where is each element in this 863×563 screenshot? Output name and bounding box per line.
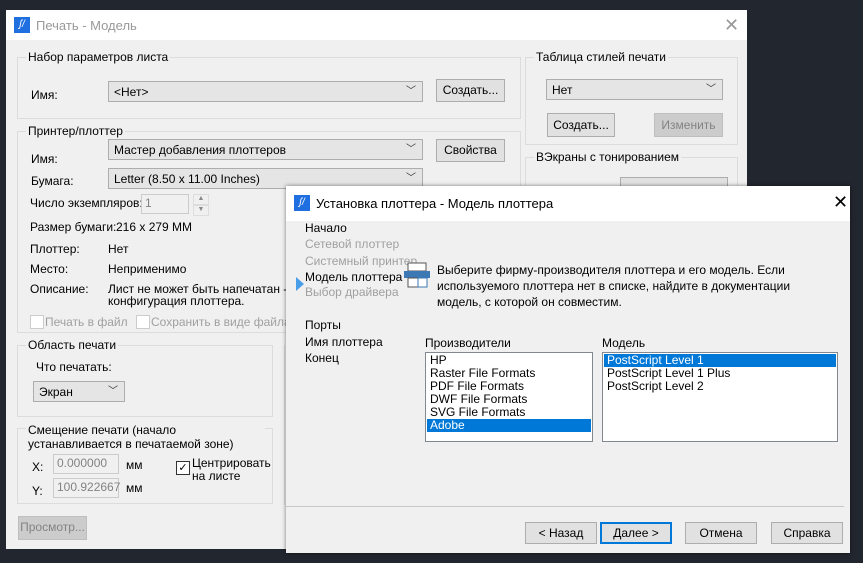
plotter-value: Нет bbox=[108, 242, 129, 256]
location-label: Место: bbox=[30, 262, 69, 276]
current-step-arrow-icon bbox=[296, 277, 304, 291]
printer-name-combo[interactable]: Мастер добавления плоттеров ﹀ bbox=[108, 139, 423, 160]
paper-size-label: Размер бумаги: bbox=[30, 220, 117, 234]
offset-y-input[interactable]: 100.922667 bbox=[53, 478, 120, 498]
location-value: Неприменимо bbox=[108, 262, 187, 276]
center-label-2: на листе bbox=[192, 469, 241, 483]
offset-y-unit: мм bbox=[126, 481, 143, 495]
group-label: ВЭкраны с тонированием bbox=[534, 150, 682, 164]
copies-input[interactable]: 1 bbox=[141, 194, 189, 214]
wizard-step: Выбор драйвера bbox=[305, 285, 399, 299]
preview-button[interactable]: Просмотр... bbox=[18, 516, 87, 540]
copies-label: Число экземпляров: bbox=[30, 196, 143, 210]
chevron-down-icon: ﹀ bbox=[706, 84, 716, 95]
plot-style-combo[interactable]: Нет ﹀ bbox=[546, 79, 723, 100]
divider bbox=[284, 345, 285, 505]
center-on-page-checkbox[interactable]: ✓ bbox=[176, 461, 190, 475]
help-button[interactable]: Справка bbox=[771, 522, 843, 544]
list-item[interactable]: Adobe bbox=[427, 419, 591, 432]
style-edit-button[interactable]: Изменить bbox=[654, 113, 723, 137]
spin-down-icon[interactable]: ▼ bbox=[193, 205, 209, 216]
center-label-1: Центрировать bbox=[192, 456, 271, 470]
save-as-file-label: Сохранить в виде файла че bbox=[151, 315, 307, 329]
page-setup-name-label: Имя: bbox=[31, 88, 58, 102]
properties-button[interactable]: Свойства bbox=[436, 139, 505, 162]
list-item[interactable]: PostScript Level 2 bbox=[604, 380, 836, 393]
back-button[interactable]: < Назад bbox=[525, 522, 597, 544]
print-to-file-checkbox[interactable] bbox=[30, 315, 44, 329]
model-label: Модель bbox=[602, 336, 646, 350]
manufacturers-list[interactable]: HP Raster File Formats PDF File Formats DWF… bbox=[425, 352, 593, 442]
chevron-down-icon: ﹀ bbox=[406, 144, 416, 155]
description-line2: конфигурация плоттера. bbox=[108, 294, 245, 308]
plotter-wizard-dialog: ʃ/ Установка плоттера - Модель плоттера … bbox=[286, 186, 850, 553]
autocad-app-icon: ʃ/ bbox=[294, 195, 310, 211]
wizard-step: Модель плоттера bbox=[305, 270, 403, 284]
what-to-plot-label: Что печатать: bbox=[36, 360, 112, 374]
wizard-title: Установка плоттера - Модель плоттера bbox=[316, 196, 554, 211]
style-create-button[interactable]: Создать... bbox=[547, 113, 615, 137]
offset-x-unit: мм bbox=[126, 458, 143, 472]
paper-size-value: 216 x 279 MM bbox=[116, 220, 193, 234]
group-label: Область печати bbox=[26, 338, 119, 352]
wizard-step: Сетевой плоттер bbox=[305, 237, 400, 251]
close-icon[interactable]: ✕ bbox=[724, 16, 739, 34]
separator bbox=[286, 506, 844, 507]
wizard-step: Системный принтер bbox=[305, 254, 418, 268]
dialog-title: Печать - Модель bbox=[36, 18, 137, 33]
autocad-app-icon: ʃ/ bbox=[14, 17, 30, 33]
chevron-down-icon: ﹀ bbox=[406, 86, 416, 97]
description-label: Описание: bbox=[30, 282, 89, 296]
save-as-file-checkbox[interactable] bbox=[136, 315, 150, 329]
printer-name-label: Имя: bbox=[31, 152, 58, 166]
models-list[interactable]: PostScript Level 1 PostScript Level 1 Plu… bbox=[602, 352, 838, 442]
wizard-step: Начало bbox=[305, 221, 347, 235]
wizard-step: Конец bbox=[305, 351, 339, 365]
page-setup-create-button[interactable]: Создать... bbox=[436, 79, 505, 102]
what-to-plot-combo[interactable]: Экран ﹀ bbox=[33, 381, 125, 402]
plotter-icon bbox=[404, 262, 430, 288]
offset-x-label: X: bbox=[32, 460, 44, 474]
wizard-instruction: Выберите фирму-производителя плоттера и … bbox=[437, 263, 791, 309]
plotter-label: Плоттер: bbox=[30, 242, 80, 256]
offset-y-label: Y: bbox=[32, 484, 43, 498]
chevron-down-icon: ﹀ bbox=[108, 386, 118, 397]
group-label: Принтер/плоттер bbox=[26, 124, 125, 138]
title-bar: ʃ/ Печать - Модель ✕ bbox=[6, 10, 747, 40]
group-label: Смещение печати (начало устанавливается … bbox=[26, 423, 265, 451]
page-setup-name-combo[interactable]: <Нет> ﹀ bbox=[108, 81, 423, 102]
close-icon[interactable]: ✕ bbox=[833, 193, 848, 211]
wizard-step: Порты bbox=[305, 318, 341, 332]
wizard-step: Имя плоттера bbox=[305, 335, 383, 349]
spin-up-icon[interactable]: ▲ bbox=[193, 194, 209, 205]
cancel-button[interactable]: Отмена bbox=[685, 522, 757, 544]
paper-label: Бумага: bbox=[31, 174, 74, 188]
offset-x-input[interactable]: 0.000000 bbox=[53, 454, 119, 474]
next-button[interactable]: Далее > bbox=[600, 522, 672, 544]
print-to-file-label: Печать в файл bbox=[45, 315, 128, 329]
manufacturers-label: Производители bbox=[425, 336, 511, 350]
group-label: Таблица стилей печати bbox=[534, 50, 668, 64]
wizard-title-bar: ʃ/ Установка плоттера - Модель плоттера … bbox=[286, 186, 850, 221]
group-label: Набор параметров листа bbox=[26, 50, 171, 64]
